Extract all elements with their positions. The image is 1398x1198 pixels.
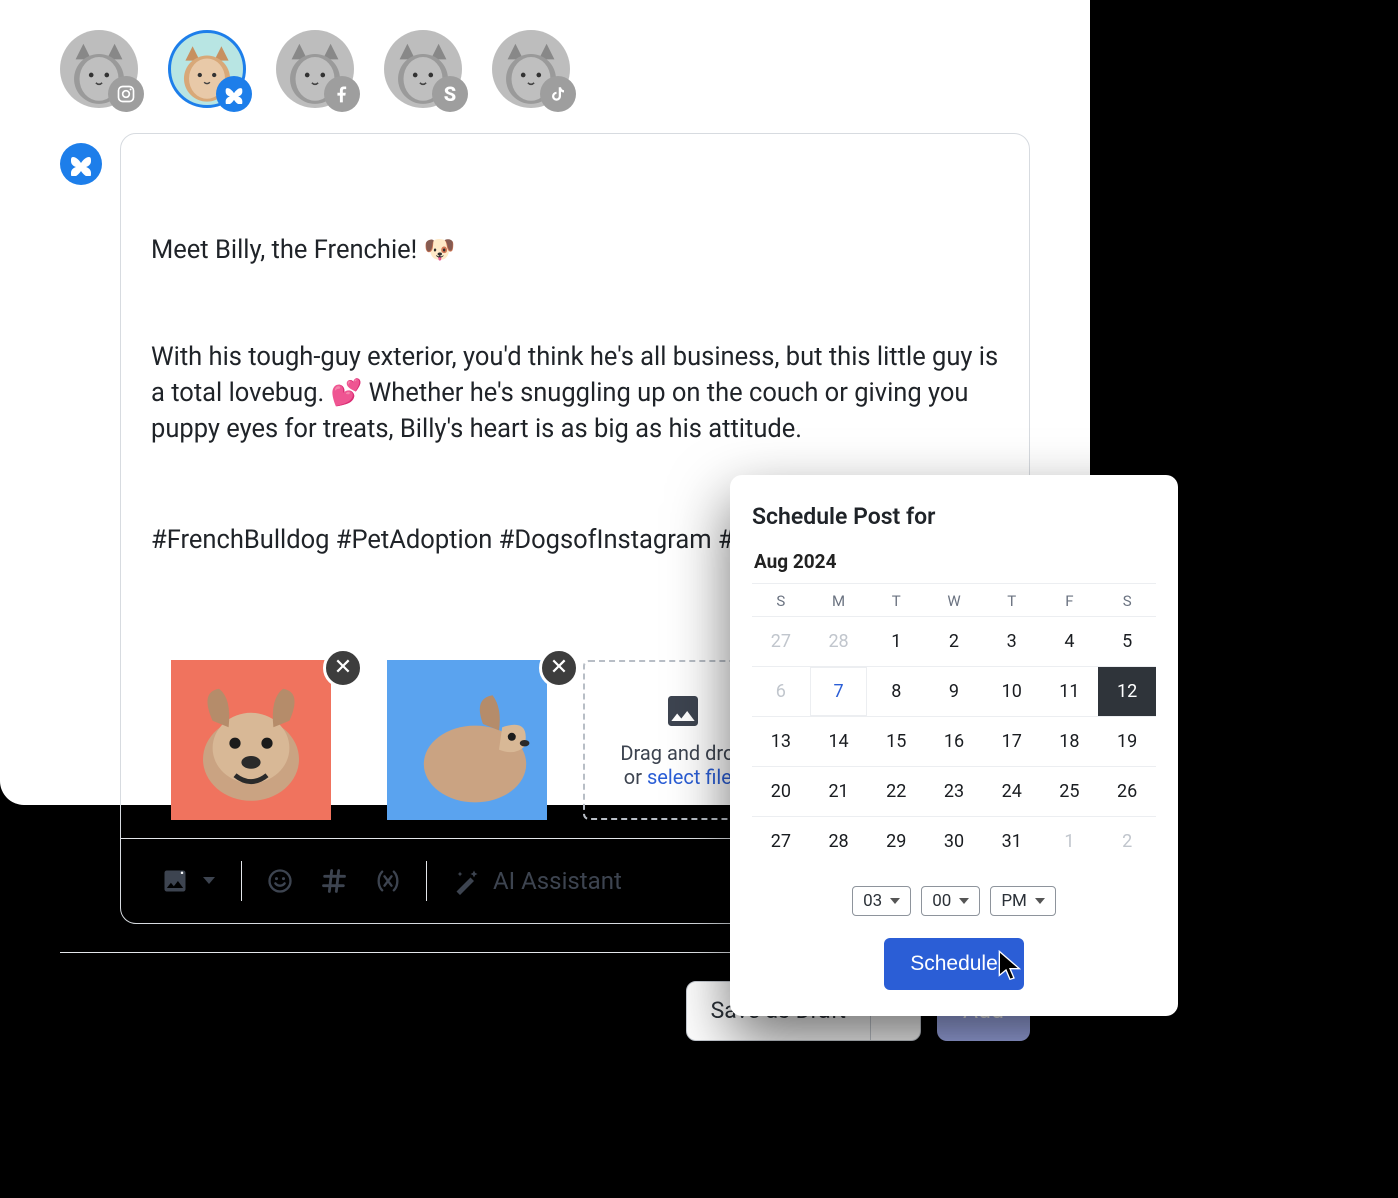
- ampm-value: PM: [1001, 891, 1027, 911]
- select-files-link[interactable]: select files: [647, 765, 742, 789]
- calendar-month-label: Aug 2024: [752, 550, 1156, 573]
- tiktok-icon: [540, 76, 576, 112]
- calendar-day: 2: [1098, 816, 1156, 866]
- calendar-day[interactable]: 3: [983, 616, 1041, 666]
- dropzone-text: Drag and dropor select files: [620, 741, 745, 789]
- chevron-down-icon: [959, 898, 969, 904]
- emoji-icon[interactable]: [258, 859, 302, 903]
- calendar-day[interactable]: 9: [925, 666, 983, 716]
- facebook-icon: [324, 76, 360, 112]
- minute-value: 00: [932, 891, 951, 911]
- calendar-day: 6: [752, 666, 810, 716]
- calendar-day[interactable]: 19: [1098, 716, 1156, 766]
- calendar-day[interactable]: 26: [1098, 766, 1156, 816]
- calendar-day[interactable]: 23: [925, 766, 983, 816]
- account-spoutible[interactable]: S: [384, 30, 462, 108]
- toolbar-divider: [241, 861, 242, 901]
- spoutible-icon: S: [432, 76, 468, 112]
- account-tiktok[interactable]: [492, 30, 570, 108]
- bluesky-icon: [216, 76, 252, 112]
- calendar-dow: T: [867, 584, 925, 616]
- hour-value: 03: [863, 891, 882, 911]
- calendar-day[interactable]: 20: [752, 766, 810, 816]
- schedule-title: Schedule Post for: [752, 503, 1156, 530]
- calendar-day[interactable]: 7: [810, 666, 868, 716]
- calendar-day[interactable]: 17: [983, 716, 1041, 766]
- calendar-day[interactable]: 28: [810, 816, 868, 866]
- calendar-day[interactable]: 22: [867, 766, 925, 816]
- calendar-day[interactable]: 29: [867, 816, 925, 866]
- instagram-icon: [108, 76, 144, 112]
- media-dropdown-caret-icon[interactable]: [203, 877, 215, 884]
- calendar-days-grid: 2728123456789101112131415161718192021222…: [752, 616, 1156, 866]
- media-thumb[interactable]: ✕: [151, 660, 351, 820]
- calendar-day: 1: [1041, 816, 1099, 866]
- calendar-dow: W: [925, 584, 983, 616]
- calendar-day[interactable]: 30: [925, 816, 983, 866]
- calendar-day: 27: [752, 616, 810, 666]
- calendar-day[interactable]: 24: [983, 766, 1041, 816]
- calendar-day[interactable]: 16: [925, 716, 983, 766]
- calendar-day[interactable]: 15: [867, 716, 925, 766]
- ampm-select[interactable]: PM: [990, 886, 1056, 916]
- chevron-down-icon: [1035, 898, 1045, 904]
- calendar-day[interactable]: 8: [867, 666, 925, 716]
- image-placeholder-icon: [663, 691, 703, 731]
- calendar-day[interactable]: 11: [1041, 666, 1099, 716]
- toolbar-divider: [426, 861, 427, 901]
- chevron-down-icon: [890, 898, 900, 904]
- add-media-group[interactable]: [143, 853, 225, 909]
- ai-assistant-button[interactable]: AI Assistant: [443, 861, 632, 901]
- calendar-dow: F: [1041, 584, 1099, 616]
- remove-media-icon[interactable]: ✕: [323, 648, 363, 688]
- hashtag-icon[interactable]: [312, 859, 356, 903]
- calendar-dow: S: [1098, 584, 1156, 616]
- calendar-dow: S: [752, 584, 810, 616]
- calendar-day[interactable]: 10: [983, 666, 1041, 716]
- calendar-dow-row: SMTWTFS: [752, 583, 1156, 616]
- calendar-day[interactable]: 14: [810, 716, 868, 766]
- account-facebook[interactable]: [276, 30, 354, 108]
- schedule-popover: Schedule Post for Aug 2024 SMTWTFS 27281…: [730, 475, 1178, 1016]
- magic-wand-icon: [453, 867, 481, 895]
- calendar-day[interactable]: 25: [1041, 766, 1099, 816]
- mouse-cursor-icon: [996, 950, 1024, 986]
- account-instagram[interactable]: [60, 30, 138, 108]
- calendar-day[interactable]: 5: [1098, 616, 1156, 666]
- calendar-day[interactable]: 31: [983, 816, 1041, 866]
- calendar-day[interactable]: 2: [925, 616, 983, 666]
- calendar-day[interactable]: 1: [867, 616, 925, 666]
- hour-select[interactable]: 03: [852, 886, 911, 916]
- post-text-line1: Meet Billy, the Frenchie! 🐶: [151, 233, 999, 269]
- calendar-day[interactable]: 21: [810, 766, 868, 816]
- image-add-icon[interactable]: [153, 859, 197, 903]
- account-bluesky[interactable]: [168, 30, 246, 108]
- calendar-day[interactable]: 18: [1041, 716, 1099, 766]
- calendar-day[interactable]: 12: [1098, 666, 1156, 716]
- calendar-day[interactable]: 27: [752, 816, 810, 866]
- post-text-body: With his tough-guy exterior, you'd think…: [151, 340, 999, 447]
- time-picker-row: 03 00 PM: [752, 886, 1156, 916]
- media-image: [367, 660, 567, 820]
- calendar-day[interactable]: 13: [752, 716, 810, 766]
- variable-icon[interactable]: [366, 859, 410, 903]
- media-thumb[interactable]: ✕: [367, 660, 567, 820]
- calendar-day[interactable]: 4: [1041, 616, 1099, 666]
- media-image: [151, 660, 351, 820]
- minute-select[interactable]: 00: [921, 886, 980, 916]
- active-platform-chip: [60, 143, 102, 185]
- ai-assistant-label: AI Assistant: [493, 867, 622, 895]
- calendar-day: 28: [810, 616, 868, 666]
- calendar-dow: T: [983, 584, 1041, 616]
- accounts-row: S: [60, 30, 1030, 108]
- remove-media-icon[interactable]: ✕: [539, 648, 579, 688]
- calendar-dow: M: [810, 584, 868, 616]
